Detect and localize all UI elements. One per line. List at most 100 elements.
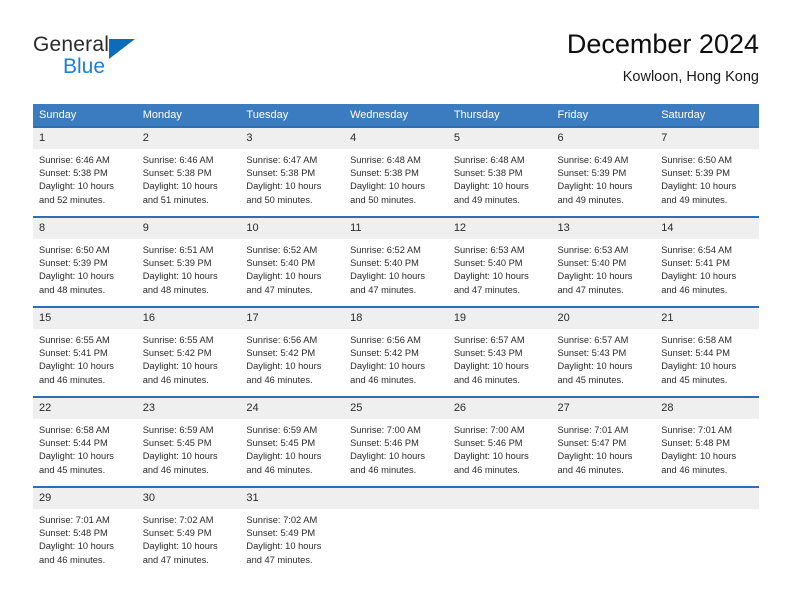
day-details: Sunrise: 7:00 AM Sunset: 5:46 PM Daylight:…	[344, 419, 448, 486]
sunrise-time: Sunrise: 6:48 AM	[453, 155, 525, 165]
calendar-day-cell[interactable]: 11 Sunrise: 6:52 AM Sunset: 5:40 PM Dayligh…	[344, 216, 448, 307]
calendar-day-cell[interactable]: 1 Sunrise: 6:46 AM Sunset: 5:38 PM Daylight…	[33, 126, 137, 217]
calendar-day-cell[interactable]: 27 Sunrise: 7:01 AM Sunset: 5:47 PM Dayligh…	[551, 396, 656, 487]
sunrise-time: Sunrise: 6:46 AM	[39, 155, 110, 165]
calendar-day-cell[interactable]: 4 Sunrise: 6:48 AM Sunset: 5:38 PM Daylight…	[344, 126, 448, 217]
calendar-day-cell[interactable]: 15 Sunrise: 6:55 AM Sunset: 5:41 PM Dayligh…	[33, 306, 137, 397]
calendar-day-cell[interactable]: 8 Sunrise: 6:50 AM Sunset: 5:39 PM Daylight…	[33, 216, 137, 307]
calendar-week-row: 1 Sunrise: 6:46 AM Sunset: 5:38 PM Daylight…	[33, 126, 759, 217]
calendar-day-cell[interactable]: 10 Sunrise: 6:52 AM Sunset: 5:40 PM Dayligh…	[240, 216, 345, 307]
calendar-day-cell[interactable]: 7 Sunrise: 6:50 AM Sunset: 5:39 PM Daylight…	[655, 126, 759, 217]
day-number: 10	[240, 218, 345, 239]
calendar-day-cell[interactable]: 19 Sunrise: 6:57 AM Sunset: 5:43 PM Dayligh…	[447, 306, 552, 397]
day-number: 5	[447, 128, 552, 149]
sunset-time: Sunset: 5:38 PM	[453, 168, 523, 179]
calendar-day-cell[interactable]: 3 Sunrise: 6:47 AM Sunset: 5:38 PM Daylight…	[240, 126, 345, 217]
day-details	[655, 509, 759, 576]
day-number: 1	[33, 128, 137, 149]
daylight-duration-line2: and 49 minutes.	[557, 194, 624, 205]
day-number: 17	[240, 308, 345, 329]
day-number: 7	[655, 128, 759, 149]
calendar-day-cell[interactable]: 23 Sunrise: 6:59 AM Sunset: 5:45 PM Dayligh…	[136, 396, 241, 487]
daylight-duration-line2: and 49 minutes.	[661, 194, 728, 205]
calendar-day-cell[interactable]: 20 Sunrise: 6:57 AM Sunset: 5:43 PM Dayligh…	[551, 306, 656, 397]
calendar-day-cell[interactable]: 30 Sunrise: 7:02 AM Sunset: 5:49 PM Dayligh…	[136, 486, 241, 576]
calendar-day-cell[interactable]: 9 Sunrise: 6:51 AM Sunset: 5:39 PM Daylight…	[136, 216, 241, 307]
daylight-duration-line1: Daylight: 10 hours	[142, 541, 218, 552]
calendar-day-cell[interactable]: 29 Sunrise: 7:01 AM Sunset: 5:48 PM Dayligh…	[33, 486, 137, 576]
day-details: Sunrise: 6:53 AM Sunset: 5:40 PM Daylight:…	[552, 239, 656, 306]
daylight-duration-line1: Daylight: 10 hours	[39, 361, 114, 372]
day-number: 22	[33, 398, 137, 419]
calendar-day-cell[interactable]: 26 Sunrise: 7:00 AM Sunset: 5:46 PM Dayligh…	[447, 396, 552, 487]
daylight-duration-line2: and 46 minutes.	[39, 554, 106, 565]
daylight-duration-line1: Daylight: 10 hours	[39, 451, 114, 462]
calendar-day-cell[interactable]: 2 Sunrise: 6:46 AM Sunset: 5:38 PM Daylight…	[136, 126, 241, 217]
general-blue-logo[interactable]: General Blue	[33, 33, 163, 83]
day-number: 20	[551, 308, 656, 329]
sunset-time: Sunset: 5:41 PM	[661, 258, 730, 269]
sunset-time: Sunset: 5:38 PM	[246, 168, 316, 179]
day-details: Sunrise: 6:58 AM Sunset: 5:44 PM Daylight:…	[655, 329, 759, 396]
calendar-day-cell[interactable]: 13 Sunrise: 6:53 AM Sunset: 5:40 PM Dayligh…	[551, 216, 656, 307]
day-details: Sunrise: 7:01 AM Sunset: 5:48 PM Daylight:…	[33, 509, 137, 576]
weekday-header-monday: Monday	[136, 104, 241, 127]
sunset-time: Sunset: 5:39 PM	[39, 258, 108, 269]
calendar-day-cell[interactable]: 14 Sunrise: 6:54 AM Sunset: 5:41 PM Dayligh…	[655, 216, 759, 307]
weekday-header-wednesday: Wednesday	[344, 104, 448, 127]
day-details: Sunrise: 6:58 AM Sunset: 5:44 PM Daylight:…	[33, 419, 137, 486]
calendar-day-cell[interactable]: 21 Sunrise: 6:58 AM Sunset: 5:44 PM Dayligh…	[655, 306, 759, 397]
calendar-day-cell[interactable]: 6 Sunrise: 6:49 AM Sunset: 5:39 PM Daylight…	[551, 126, 656, 217]
daylight-duration-line2: and 45 minutes.	[661, 374, 728, 385]
day-details: Sunrise: 6:55 AM Sunset: 5:42 PM Daylight:…	[137, 329, 241, 396]
calendar-day-cell[interactable]: 5 Sunrise: 6:48 AM Sunset: 5:38 PM Daylight…	[447, 126, 552, 217]
calendar-day-cell[interactable]: 12 Sunrise: 6:53 AM Sunset: 5:40 PM Dayligh…	[447, 216, 552, 307]
day-number: 26	[447, 398, 552, 419]
sunset-time: Sunset: 5:48 PM	[39, 528, 108, 539]
sunset-time: Sunset: 5:49 PM	[246, 528, 316, 539]
title-block: December 2024 Kowloon, Hong Kong	[567, 28, 759, 87]
sunset-time: Sunset: 5:38 PM	[350, 168, 419, 179]
sunset-time: Sunset: 5:39 PM	[142, 258, 212, 269]
day-number: 14	[655, 218, 759, 239]
daylight-duration-line1: Daylight: 10 hours	[142, 181, 218, 192]
day-number: 16	[136, 308, 241, 329]
calendar-day-cell[interactable]: 24 Sunrise: 6:59 AM Sunset: 5:45 PM Dayligh…	[240, 396, 345, 487]
calendar-day-cell[interactable]: 25 Sunrise: 7:00 AM Sunset: 5:46 PM Dayligh…	[344, 396, 448, 487]
sunrise-time: Sunrise: 6:51 AM	[142, 245, 214, 255]
calendar-day-cell[interactable]: 16 Sunrise: 6:55 AM Sunset: 5:42 PM Dayligh…	[136, 306, 241, 397]
sunset-time: Sunset: 5:46 PM	[350, 438, 419, 449]
calendar-day-cell-empty	[551, 486, 656, 576]
daylight-duration-line1: Daylight: 10 hours	[39, 181, 114, 192]
sunrise-time: Sunrise: 6:53 AM	[557, 245, 629, 255]
calendar-day-cell-empty	[447, 486, 552, 576]
sunset-time: Sunset: 5:46 PM	[453, 438, 523, 449]
calendar-day-cell[interactable]: 31 Sunrise: 7:02 AM Sunset: 5:49 PM Dayligh…	[240, 486, 345, 576]
daylight-duration-line1: Daylight: 10 hours	[661, 361, 737, 372]
daylight-duration-line2: and 48 minutes.	[142, 284, 209, 295]
daylight-duration-line2: and 47 minutes.	[246, 284, 313, 295]
daylight-duration-line2: and 46 minutes.	[246, 464, 313, 475]
daylight-duration-line1: Daylight: 10 hours	[39, 541, 114, 552]
calendar-day-cell[interactable]: 28 Sunrise: 7:01 AM Sunset: 5:48 PM Dayligh…	[655, 396, 759, 487]
calendar-week-row: 8 Sunrise: 6:50 AM Sunset: 5:39 PM Daylight…	[33, 216, 759, 307]
calendar-day-cell[interactable]: 18 Sunrise: 6:56 AM Sunset: 5:42 PM Dayligh…	[344, 306, 448, 397]
day-number: 24	[240, 398, 345, 419]
daylight-duration-line1: Daylight: 10 hours	[350, 271, 426, 282]
day-details: Sunrise: 6:50 AM Sunset: 5:39 PM Daylight:…	[655, 149, 759, 216]
weekday-header-friday: Friday	[551, 104, 656, 127]
day-number: 8	[33, 218, 137, 239]
day-details: Sunrise: 6:47 AM Sunset: 5:38 PM Daylight:…	[240, 149, 344, 216]
day-number	[655, 488, 759, 509]
day-number: 23	[136, 398, 241, 419]
sunset-time: Sunset: 5:38 PM	[39, 168, 108, 179]
daylight-duration-line1: Daylight: 10 hours	[39, 271, 114, 282]
blue-triangle-icon	[109, 39, 135, 59]
daylight-duration-line2: and 47 minutes.	[557, 284, 624, 295]
day-details: Sunrise: 7:01 AM Sunset: 5:48 PM Daylight:…	[655, 419, 759, 486]
day-details: Sunrise: 6:56 AM Sunset: 5:42 PM Daylight:…	[240, 329, 344, 396]
calendar-day-cell[interactable]: 22 Sunrise: 6:58 AM Sunset: 5:44 PM Dayligh…	[33, 396, 137, 487]
calendar-day-cell[interactable]: 17 Sunrise: 6:56 AM Sunset: 5:42 PM Dayligh…	[240, 306, 345, 397]
logo-text-blue: Blue	[63, 55, 106, 78]
day-details: Sunrise: 7:02 AM Sunset: 5:49 PM Daylight:…	[137, 509, 241, 576]
